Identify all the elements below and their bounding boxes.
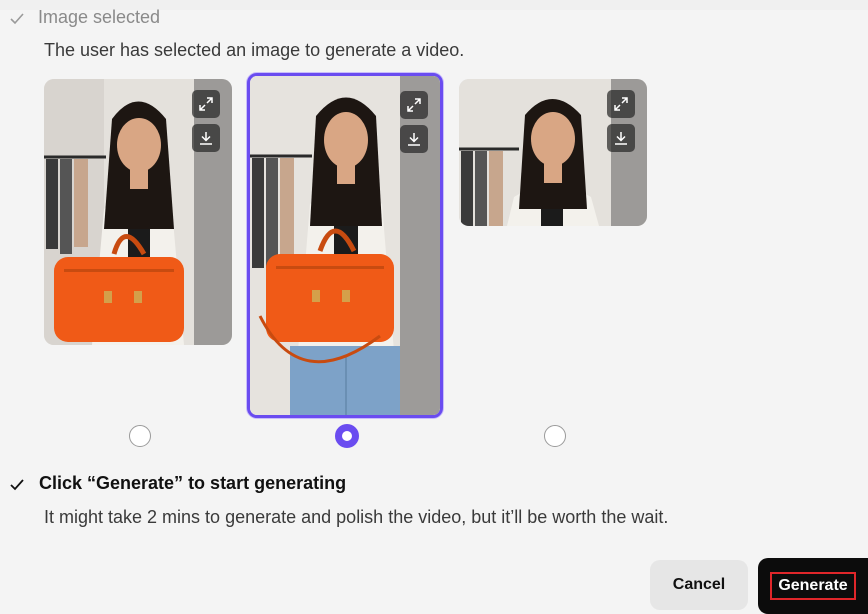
image-option-3[interactable] bbox=[459, 79, 647, 226]
download-button[interactable] bbox=[400, 125, 428, 153]
check-icon bbox=[10, 13, 24, 25]
radio-image-2[interactable] bbox=[335, 424, 359, 448]
step2-title: Click “Generate” to start generating bbox=[39, 473, 347, 493]
expand-icon bbox=[614, 97, 628, 111]
radio-image-1[interactable] bbox=[129, 425, 151, 447]
generate-button-container: Generate bbox=[758, 558, 868, 614]
generate-button[interactable]: Generate bbox=[770, 572, 856, 600]
download-icon bbox=[408, 133, 420, 146]
expand-button[interactable] bbox=[607, 90, 635, 118]
radio-image-3[interactable] bbox=[544, 425, 566, 447]
step2-description: It might take 2 mins to generate and pol… bbox=[44, 507, 669, 527]
download-button[interactable] bbox=[607, 124, 635, 152]
download-icon bbox=[200, 132, 212, 145]
cancel-button[interactable]: Cancel bbox=[650, 560, 748, 610]
step1-title: Image selected bbox=[38, 7, 161, 27]
image-option-2[interactable] bbox=[247, 73, 443, 418]
step1-description: The user has selected an image to genera… bbox=[44, 40, 465, 60]
image-option-1[interactable] bbox=[44, 79, 232, 345]
expand-icon bbox=[407, 98, 421, 112]
expand-button[interactable] bbox=[192, 90, 220, 118]
download-button[interactable] bbox=[192, 124, 220, 152]
download-icon bbox=[615, 132, 627, 145]
woman-with-handbag-image bbox=[44, 79, 232, 345]
expand-icon bbox=[199, 97, 213, 111]
expand-button[interactable] bbox=[400, 91, 428, 119]
check-icon bbox=[10, 479, 24, 491]
